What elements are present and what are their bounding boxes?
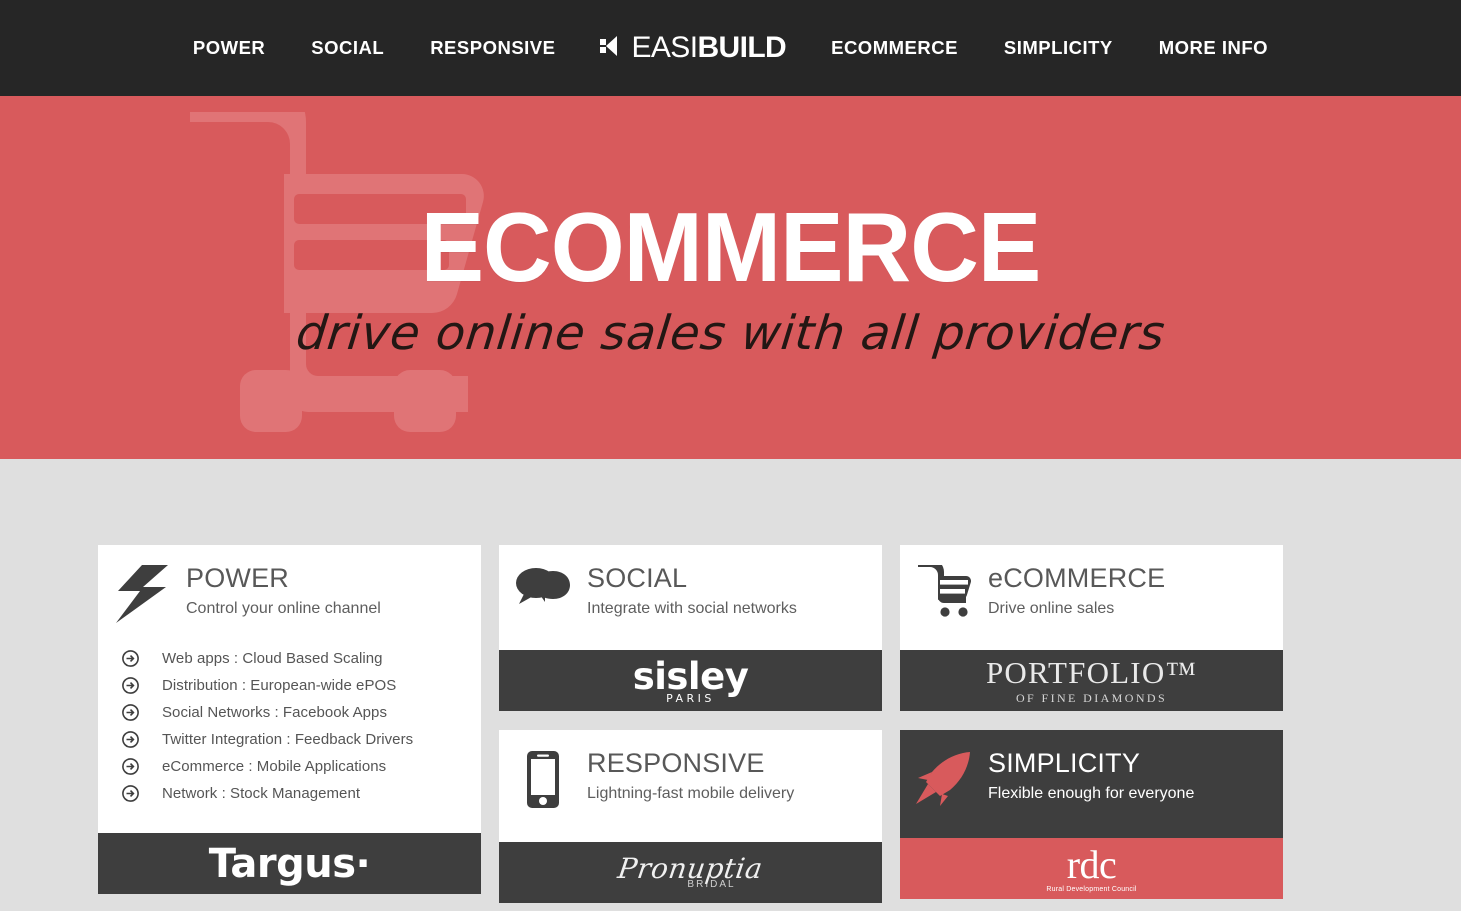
list-item[interactable]: Social Networks : Facebook Apps [98,699,481,726]
card-ecommerce-header[interactable]: eCOMMERCE Drive online sales [900,545,1283,619]
brand-build-text: BUILD [697,31,787,64]
card-simplicity-subtitle: Flexible enough for everyone [988,785,1195,803]
arrow-circle-right-icon [118,731,162,748]
card-social: SOCIAL Integrate with social networks si… [499,545,882,712]
card-column-right: eCOMMERCE Drive online sales PORTFOLIO™ … [900,545,1283,903]
arrow-circle-right-icon [118,650,162,667]
card-social-subtitle: Integrate with social networks [587,600,797,618]
arrow-circle-right-icon [118,704,162,721]
portfolio-logo-subtext: OF FINE DIAMONDS [1015,691,1168,706]
card-simplicity-title: SIMPLICITY [988,748,1141,779]
trademark-icon: ™ [1165,655,1198,691]
card-responsive-spacer [499,810,882,843]
nav-item-ecommerce[interactable]: ECOMMERCE [808,37,981,59]
pronuptia-logo-band[interactable]: Pronuptia BRIDAL [499,842,882,904]
list-item[interactable]: Distribution : European-wide ePOS [98,672,481,699]
easibuild-logo[interactable]: EASI BUILD [578,31,808,65]
list-item-label: eCommerce : Mobile Applications [162,758,387,775]
targus-logo-band[interactable]: Targus · [98,833,481,894]
card-gap [900,711,1283,730]
sisley-logo-band[interactable]: sisley PARIS [499,650,882,712]
card-simplicity-spacer [900,806,1283,839]
registered-dot-icon: · [355,840,371,887]
card-responsive-subtitle: Lightning-fast mobile delivery [587,785,795,803]
card-responsive: RESPONSIVE Lightning-fast mobile deliver… [499,730,882,904]
card-ecommerce-subtitle: Drive online sales [988,600,1115,618]
card-column-middle: SOCIAL Integrate with social networks si… [499,545,882,904]
card-simplicity: SIMPLICITY Flexible enough for everyone … [900,730,1283,900]
arrow-circle-right-icon [118,677,162,694]
speech-bubbles-icon [499,563,587,615]
nav-item-simplicity[interactable]: SIMPLICITY [981,37,1136,59]
portfolio-logo-band[interactable]: PORTFOLIO™ OF FINE DIAMONDS [900,650,1283,712]
list-item[interactable]: Network : Stock Management [98,780,481,807]
nav-item-responsive[interactable]: RESPONSIVE [407,37,578,59]
power-feature-list: Web apps : Cloud Based Scaling Distribut… [98,623,481,833]
list-item-label: Network : Stock Management [162,785,361,802]
arrow-circle-right-icon [118,785,162,802]
pronuptia-logo-text: Pronuptia [616,852,766,886]
card-power: POWER Control your online channel Web ap… [98,545,481,903]
card-responsive-title: RESPONSIVE [587,748,765,779]
list-item-label: Twitter Integration : Feedback Drivers [162,731,414,748]
arrow-circle-right-icon [118,758,162,775]
portfolio-logo-text: PORTFOLIO [985,655,1166,691]
card-power-title: POWER [186,563,290,593]
list-item-label: Social Networks : Facebook Apps [162,704,387,721]
brand-easi-text: EASI [631,31,698,64]
easibuild-logo-mark-icon [600,33,626,64]
feature-cards-grid: POWER Control your online channel Web ap… [98,545,1283,904]
list-item[interactable]: Twitter Integration : Feedback Drivers [98,726,481,753]
main-navigation: POWER SOCIAL RESPONSIVE EASI BUILD ECOMME… [0,0,1461,96]
rdc-logo-text: rdc [1066,841,1117,887]
nav-item-social[interactable]: SOCIAL [288,37,407,59]
targus-logo-text: Targus [208,840,356,887]
card-ecommerce-title: eCOMMERCE [988,563,1166,593]
card-ecommerce: eCOMMERCE Drive online sales PORTFOLIO™ … [900,545,1283,712]
lightning-bolt-icon [98,563,186,623]
hero-banner: ECOMMERCE drive online sales with all pr… [0,96,1461,459]
list-item-label: Web apps : Cloud Based Scaling [162,650,383,667]
mobile-phone-icon [499,748,587,810]
list-item[interactable]: eCommerce : Mobile Applications [98,753,481,780]
card-simplicity-header[interactable]: SIMPLICITY Flexible enough for everyone [900,730,1283,807]
card-ecommerce-spacer [900,618,1283,651]
card-power-subtitle: Control your online channel [186,600,381,618]
hero-title: ECOMMERCE [420,192,1042,302]
nav-item-power[interactable]: POWER [170,37,288,59]
rocket-icon [900,748,988,807]
card-social-title: SOCIAL [587,563,688,593]
card-social-spacer [499,618,882,651]
list-item-label: Distribution : European-wide ePOS [162,677,397,694]
shopping-cart-icon [900,563,988,617]
card-power-header[interactable]: POWER Control your online channel [98,545,481,623]
card-social-header[interactable]: SOCIAL Integrate with social networks [499,545,882,619]
card-gap [499,711,882,730]
rdc-logo-subtext: Rural Development Council [1046,885,1137,893]
list-item[interactable]: Web apps : Cloud Based Scaling [98,645,481,672]
nav-item-more-info[interactable]: MORE INFO [1136,37,1291,59]
hero-subtitle: drive online sales with all providers [293,306,1168,361]
rdc-logo-band[interactable]: rdc Rural Development Council [900,838,1283,900]
card-responsive-header[interactable]: RESPONSIVE Lightning-fast mobile deliver… [499,730,882,811]
